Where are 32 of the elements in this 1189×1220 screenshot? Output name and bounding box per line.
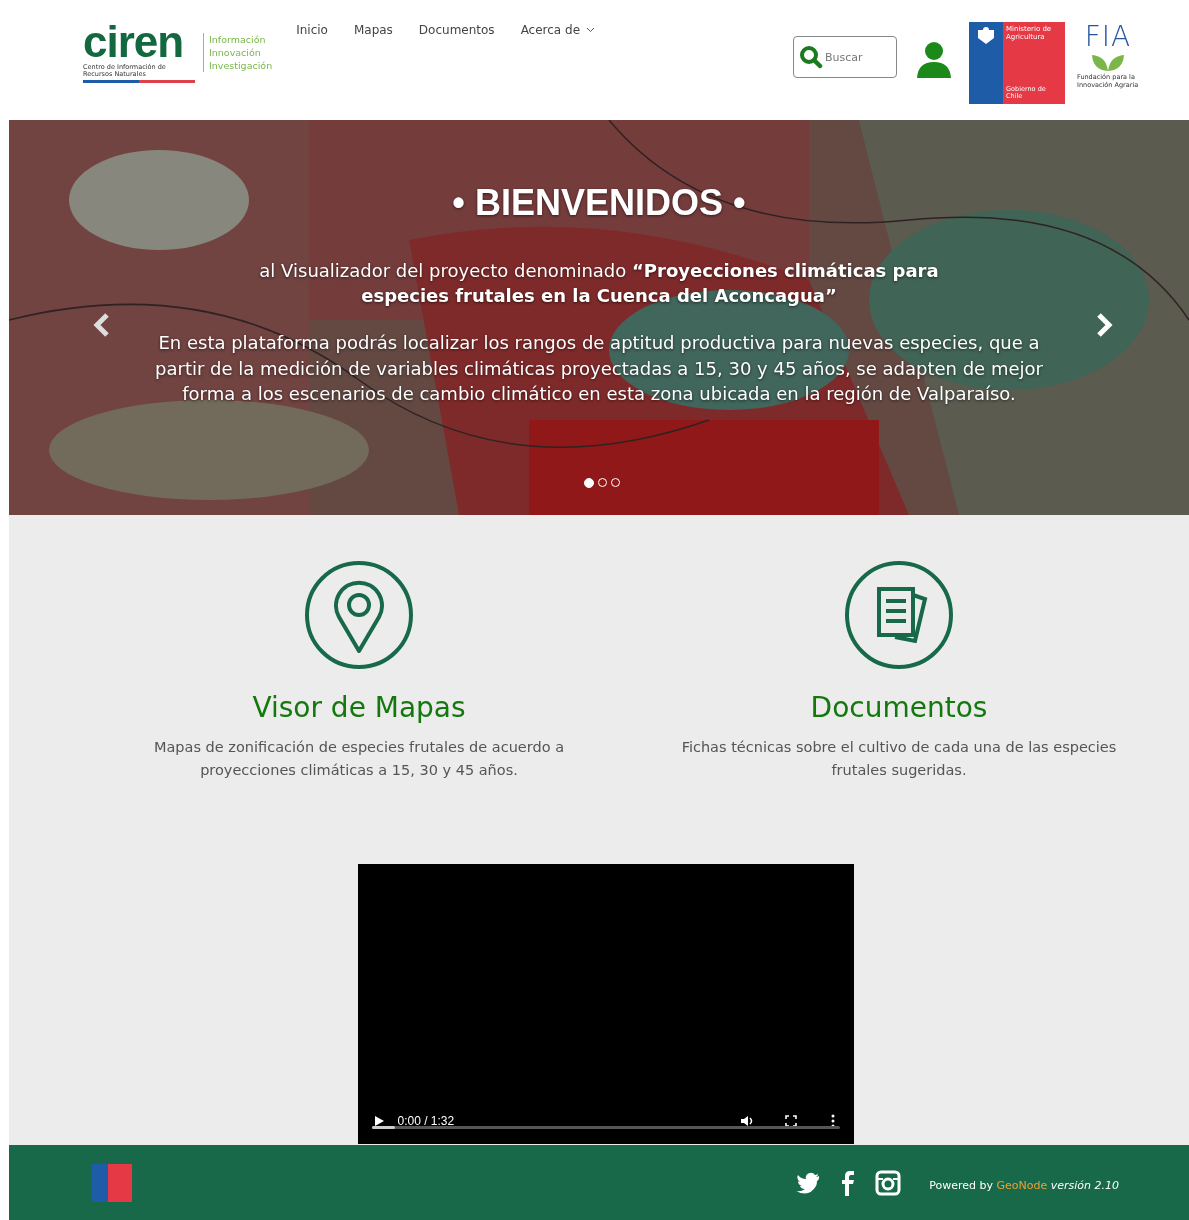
nav-link[interactable]: Mapas (353, 23, 393, 37)
feature-description: Fichas técnicas sobre el cultivo de cada una de las especies frutales sugeridas. (680, 738, 1118, 780)
chevron-down-icon (586, 27, 596, 33)
logo-tagline: Innovación (209, 46, 262, 59)
hero-text: En esta plataforma podrás localizar los rangos de aptitud productiva para nuevas especies, que a partir de la medición de variables climáticas proyectadas a 15, 30 y 45 años, se adapten de mejor forma a los escenarios de cambio climático en esta zona ubicada en la región de Valparaíso. (154, 331, 1044, 406)
feature-title[interactable]: Documentos (810, 691, 988, 724)
camera-icon[interactable] (875, 1169, 902, 1196)
nav-link[interactable]: Acerca de (520, 23, 596, 37)
feature-description: Mapas de zonificación de especies frutales de acuerdo a proyecciones climáticas a 15, 30 y 45 años. (152, 738, 566, 780)
hero-intro: al Visualizador del proyecto denominado “Proyecciones climáticas para especies frutales en la Cuenca del Aconcagua” (258, 259, 940, 308)
logo-wordmark: ciren (83, 22, 185, 62)
progress-track[interactable] (371, 1126, 840, 1129)
carousel-dot[interactable] (584, 478, 594, 488)
user-icon[interactable] (915, 40, 953, 78)
video-time: 0:00 / 1:32 (397, 1114, 455, 1128)
map-pin-icon (303, 559, 415, 671)
leaves-icon (1091, 52, 1125, 72)
video-player[interactable]: 0:00 / 1:32 (357, 864, 854, 1144)
logo-tagline: Información (209, 33, 267, 46)
ministry-logo (92, 1163, 132, 1202)
search-icon (799, 45, 823, 69)
hero-title: • BIENVENIDOS • (452, 182, 746, 224)
fia-letters: FIA (1084, 22, 1132, 52)
nav-link[interactable]: Inicio (296, 23, 328, 37)
feature-title[interactable]: Visor de Mapas (252, 691, 466, 724)
documents-icon (843, 559, 955, 671)
nav-link[interactable]: Documentos (418, 23, 495, 37)
volume-icon[interactable] (739, 1114, 754, 1128)
search-field[interactable]: Buscar (793, 36, 897, 78)
logo-tagline: Investigación (209, 59, 273, 72)
fullscreen-icon[interactable] (783, 1114, 798, 1128)
powered-by-text: Powered by GeoNode versión 2.10 (929, 1179, 1119, 1192)
